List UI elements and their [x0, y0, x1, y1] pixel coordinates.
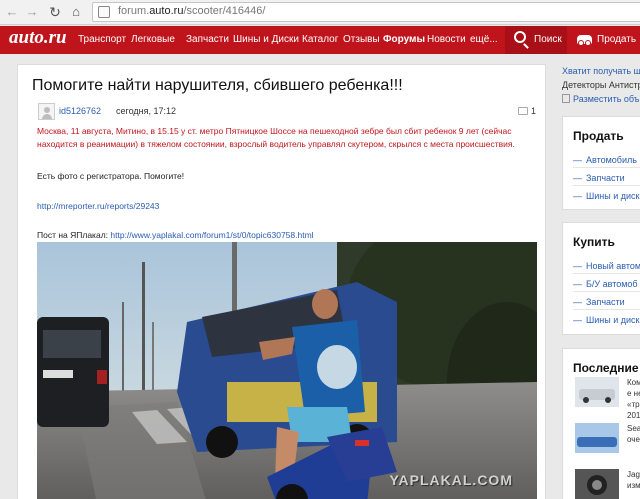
buy-item-parts[interactable]: Запчасти	[573, 297, 625, 307]
page-icon	[98, 6, 110, 18]
sell-heading: Продать	[573, 129, 624, 143]
news-thumbnail	[575, 377, 619, 407]
home-icon[interactable]: ⌂	[68, 4, 84, 20]
comment-count[interactable]: 1	[531, 106, 536, 116]
news-text: Jag изм	[627, 470, 640, 490]
dashcam-photo: YAPLAKAL.COM	[37, 242, 537, 499]
nav-parts[interactable]: Запчасти	[186, 34, 229, 45]
news-text: Sea оче	[627, 424, 640, 444]
nav-cars[interactable]: Легковые	[131, 34, 175, 45]
post-body-text: Есть фото с регистратора. Помогите!	[37, 171, 185, 181]
sell-button[interactable]: Продать	[567, 26, 640, 54]
post-panel: Помогите найти нарушителя, сбившего ребе…	[17, 64, 546, 499]
sell-item-parts[interactable]: Запчасти	[573, 173, 625, 183]
forward-arrow-icon[interactable]: →	[24, 4, 40, 20]
divider	[573, 291, 640, 292]
divider	[573, 309, 640, 310]
nav-more[interactable]: ещё...	[470, 34, 498, 45]
source-label: Пост на ЯПлакал:	[37, 230, 109, 240]
news-thumbnail	[575, 469, 619, 499]
promo-link[interactable]: Хватит получать шт	[562, 66, 640, 76]
news-item[interactable]: Jag изм	[575, 469, 640, 499]
nav-news[interactable]: Новости	[427, 34, 466, 45]
site-nav-bar: auto.ru Транспорт Легковые Запчасти Шины…	[0, 26, 640, 54]
promo-text: Детекторы Антистр	[562, 80, 640, 90]
back-arrow-icon[interactable]: ←	[4, 4, 20, 20]
divider	[573, 167, 640, 168]
buy-item-used-car[interactable]: Б/У автомоб	[573, 279, 638, 289]
comment-icon[interactable]	[518, 107, 528, 115]
search-label: Поиск	[534, 34, 562, 45]
nav-forums[interactable]: Форумы	[383, 34, 425, 45]
document-icon	[562, 94, 570, 103]
divider	[573, 185, 640, 186]
post-ad-label: Разместить объ	[573, 94, 640, 104]
search-icon	[514, 31, 526, 43]
site-logo[interactable]: auto.ru	[9, 27, 67, 49]
reload-icon[interactable]: ↻	[47, 4, 63, 20]
url-text: forum.auto.ru/scooter/416446/	[118, 5, 266, 17]
post-ad-link[interactable]: Разместить объ	[562, 94, 639, 104]
source-line: Пост на ЯПлакал: http://www.yaplakal.com…	[37, 230, 314, 240]
buy-item-new-car[interactable]: Новый автом	[573, 261, 640, 271]
latest-heading: Последние	[573, 361, 639, 375]
divider	[573, 273, 640, 274]
news-thumbnail	[575, 423, 619, 453]
nav-tires[interactable]: Шины и Диски	[233, 34, 299, 45]
nav-catalog[interactable]: Каталог	[302, 34, 338, 45]
report-link[interactable]: http://mreporter.ru/reports/29243	[37, 201, 159, 211]
buy-box: Купить Новый автом Б/У автомоб Запчасти …	[562, 222, 640, 335]
author-link[interactable]: id5126762	[59, 106, 101, 116]
sell-label: Продать	[597, 34, 637, 45]
nav-transport[interactable]: Транспорт	[78, 34, 126, 45]
address-bar[interactable]: forum.auto.ru/scooter/416446/	[92, 2, 640, 22]
post-body-red: Москва, 11 августа, Митино, в 15.15 у ст…	[37, 126, 515, 149]
avatar[interactable]	[38, 103, 55, 120]
latest-box: Последние Ком е не «тр 2013 Sea оче Jag …	[562, 348, 640, 499]
nav-reviews[interactable]: Отзывы	[343, 34, 380, 45]
watermark-text: YAPLAKAL.COM	[389, 472, 513, 488]
news-text: Ком е не «тр 2013	[627, 378, 640, 420]
car-icon	[577, 35, 592, 46]
sell-box: Продать Автомобиль Запчасти Шины и диск	[562, 116, 640, 210]
post-title: Помогите найти нарушителя, сбившего ребе…	[32, 77, 403, 94]
buy-item-tires[interactable]: Шины и диск	[573, 315, 639, 325]
sell-item-tires[interactable]: Шины и диск	[573, 191, 639, 201]
sell-item-car[interactable]: Автомобиль	[573, 155, 637, 165]
news-item[interactable]: Sea оче	[575, 423, 640, 457]
source-link[interactable]: http://www.yaplakal.com/forum1/st/0/topi…	[110, 230, 313, 240]
browser-toolbar: ← → ↻ ⌂ forum.auto.ru/scooter/416446/	[0, 0, 640, 25]
post-date: сегодня, 17:12	[116, 106, 177, 116]
buy-heading: Купить	[573, 235, 615, 249]
news-item[interactable]: Ком е не «тр 2013	[575, 377, 640, 420]
search-button[interactable]: Поиск	[505, 26, 567, 54]
